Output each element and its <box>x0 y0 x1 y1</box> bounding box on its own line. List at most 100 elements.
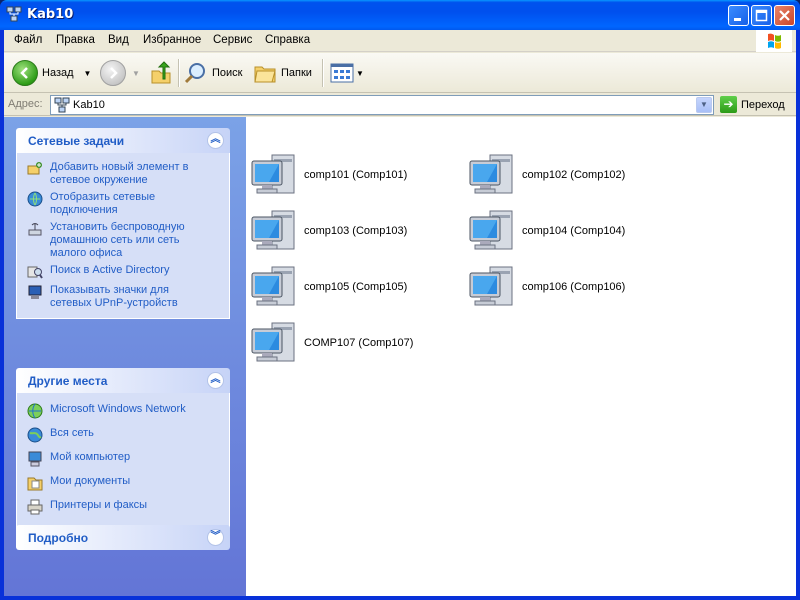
workgroup-icon <box>54 97 70 113</box>
computer-icon <box>469 154 513 194</box>
file-view: comp101 (Comp101) comp102 (Comp102) comp… <box>246 117 796 596</box>
search-label: Поиск <box>212 67 243 79</box>
windows-network-icon <box>27 403 43 419</box>
computer-item[interactable]: comp102 (Comp102) <box>468 149 683 201</box>
computer-label: comp102 (Comp102) <box>522 169 626 181</box>
close-icon <box>779 10 790 21</box>
views-icon <box>330 63 354 83</box>
network-connections-icon <box>27 191 43 207</box>
collapse-icon[interactable]: ︽ <box>207 372 224 389</box>
computer-item[interactable]: comp101 (Comp101) <box>250 149 465 201</box>
wireless-network-icon <box>28 223 42 236</box>
maximize-button[interactable] <box>751 5 772 26</box>
explorer-window: Kab10 Файл Правка Вид Избранное Сервис С… <box>0 0 800 600</box>
place-my-documents[interactable]: Мои документы <box>17 471 229 495</box>
computer-item[interactable]: comp105 (Comp105) <box>250 261 465 313</box>
address-input[interactable]: Kab10 ▼ <box>50 95 714 115</box>
forward-arrow-icon <box>100 60 126 86</box>
menu-bar: Файл Правка Вид Избранное Сервис Справка <box>4 30 796 52</box>
go-button[interactable]: ➔ Переход <box>720 96 785 113</box>
active-directory-search-icon <box>27 266 43 279</box>
menu-edit[interactable]: Правка <box>56 34 95 46</box>
other-places-title: Другие места <box>28 374 108 388</box>
close-button[interactable] <box>774 5 795 26</box>
windows-logo <box>756 30 792 52</box>
entire-network-icon <box>27 427 43 443</box>
network-tasks-title: Сетевые задачи <box>28 134 125 148</box>
details-panel: Подробно ︾ <box>16 525 230 550</box>
up-folder-icon <box>151 61 171 84</box>
upnp-devices-icon <box>28 285 42 299</box>
menu-file[interactable]: Файл <box>14 34 42 46</box>
other-places-header[interactable]: Другие места ︽ <box>16 368 230 393</box>
window-title: Kab10 <box>27 7 74 22</box>
computer-label: comp103 (Comp103) <box>304 225 408 237</box>
computer-label: comp106 (Comp106) <box>522 281 626 293</box>
task-upnp-devices[interactable]: Показывать значки для сетевых UPnP-устро… <box>17 282 229 312</box>
add-network-place-icon <box>27 162 42 175</box>
other-places-panel: Другие места ︽ Microsoft Windows Network… <box>16 368 230 528</box>
back-arrow-icon <box>12 60 38 86</box>
task-pane: Сетевые задачи ︽ Добавить новый элемент … <box>4 117 246 596</box>
computer-icon <box>251 266 295 306</box>
details-header[interactable]: Подробно ︾ <box>16 525 230 550</box>
address-label: Адрес: <box>8 98 43 110</box>
computer-icon <box>251 322 295 362</box>
folders-button[interactable]: Папки <box>253 57 312 89</box>
menu-favorites[interactable]: Избранное <box>143 34 201 46</box>
computer-label: comp104 (Comp104) <box>522 225 626 237</box>
go-label: Переход <box>741 98 785 111</box>
folders-label: Папки <box>281 67 312 79</box>
menu-tools[interactable]: Сервис <box>213 34 252 46</box>
network-tasks-header[interactable]: Сетевые задачи ︽ <box>16 128 230 153</box>
task-active-directory-search[interactable]: Поиск в Active Directory <box>17 262 229 282</box>
maximize-icon <box>755 9 768 22</box>
task-network-connections[interactable]: Отобразить сетевые подключения <box>17 189 229 219</box>
minimize-icon <box>734 18 741 21</box>
my-documents-icon <box>27 477 43 491</box>
computer-icon <box>469 210 513 250</box>
back-label: Назад <box>42 67 74 79</box>
details-title: Подробно <box>28 531 89 545</box>
title-bar[interactable]: Kab10 <box>0 0 800 30</box>
computer-label: comp105 (Comp105) <box>304 281 408 293</box>
task-wireless-network[interactable]: Установить беспроводную домашнюю сеть ил… <box>17 219 229 262</box>
computer-item[interactable]: COMP107 (Comp107) <box>250 317 465 369</box>
up-folder-button[interactable] <box>150 57 172 89</box>
forward-dropdown-icon[interactable]: ▼ <box>132 69 140 78</box>
expand-icon[interactable]: ︾ <box>207 529 224 546</box>
search-icon <box>184 63 205 84</box>
window-body: Файл Правка Вид Избранное Сервис Справка <box>4 30 796 596</box>
computer-label: COMP107 (Comp107) <box>304 337 414 349</box>
place-windows-network[interactable]: Microsoft Windows Network <box>17 399 229 423</box>
place-my-computer[interactable]: Мой компьютер <box>17 447 229 471</box>
back-button[interactable]: Назад ▼ <box>12 57 91 89</box>
computer-icon <box>469 266 513 306</box>
printers-faxes-icon <box>27 499 43 515</box>
collapse-icon[interactable]: ︽ <box>207 132 224 149</box>
views-dropdown-icon: ▼ <box>356 68 364 78</box>
computer-item[interactable]: comp103 (Comp103) <box>250 205 465 257</box>
folders-icon <box>254 66 276 83</box>
go-arrow-icon: ➔ <box>720 96 737 113</box>
address-bar: Адрес: Kab10 ▼ ➔ Переход <box>4 94 796 116</box>
my-computer-icon <box>28 451 42 467</box>
place-entire-network[interactable]: Вся сеть <box>17 423 229 447</box>
menu-help[interactable]: Справка <box>265 34 310 46</box>
computer-icon <box>251 210 295 250</box>
toolbar: Назад ▼ ▼ Поиск Папки ▼ <box>4 53 796 93</box>
network-workgroup-icon <box>6 6 22 22</box>
forward-button[interactable]: ▼ <box>100 57 140 89</box>
place-printers-faxes[interactable]: Принтеры и факсы <box>17 495 229 519</box>
menu-view[interactable]: Вид <box>108 34 129 46</box>
task-add-network-place[interactable]: Добавить новый элемент в сетевое окружен… <box>17 159 229 189</box>
views-button[interactable]: ▼ <box>330 57 364 89</box>
computer-item[interactable]: comp104 (Comp104) <box>468 205 683 257</box>
back-dropdown-icon[interactable]: ▼ <box>84 69 92 78</box>
address-dropdown-icon[interactable]: ▼ <box>696 97 712 113</box>
minimize-button[interactable] <box>728 5 749 26</box>
network-tasks-panel: Сетевые задачи ︽ Добавить новый элемент … <box>16 128 230 319</box>
computer-item[interactable]: comp106 (Comp106) <box>468 261 683 313</box>
computer-icon <box>251 154 295 194</box>
search-button[interactable]: Поиск <box>184 57 242 89</box>
